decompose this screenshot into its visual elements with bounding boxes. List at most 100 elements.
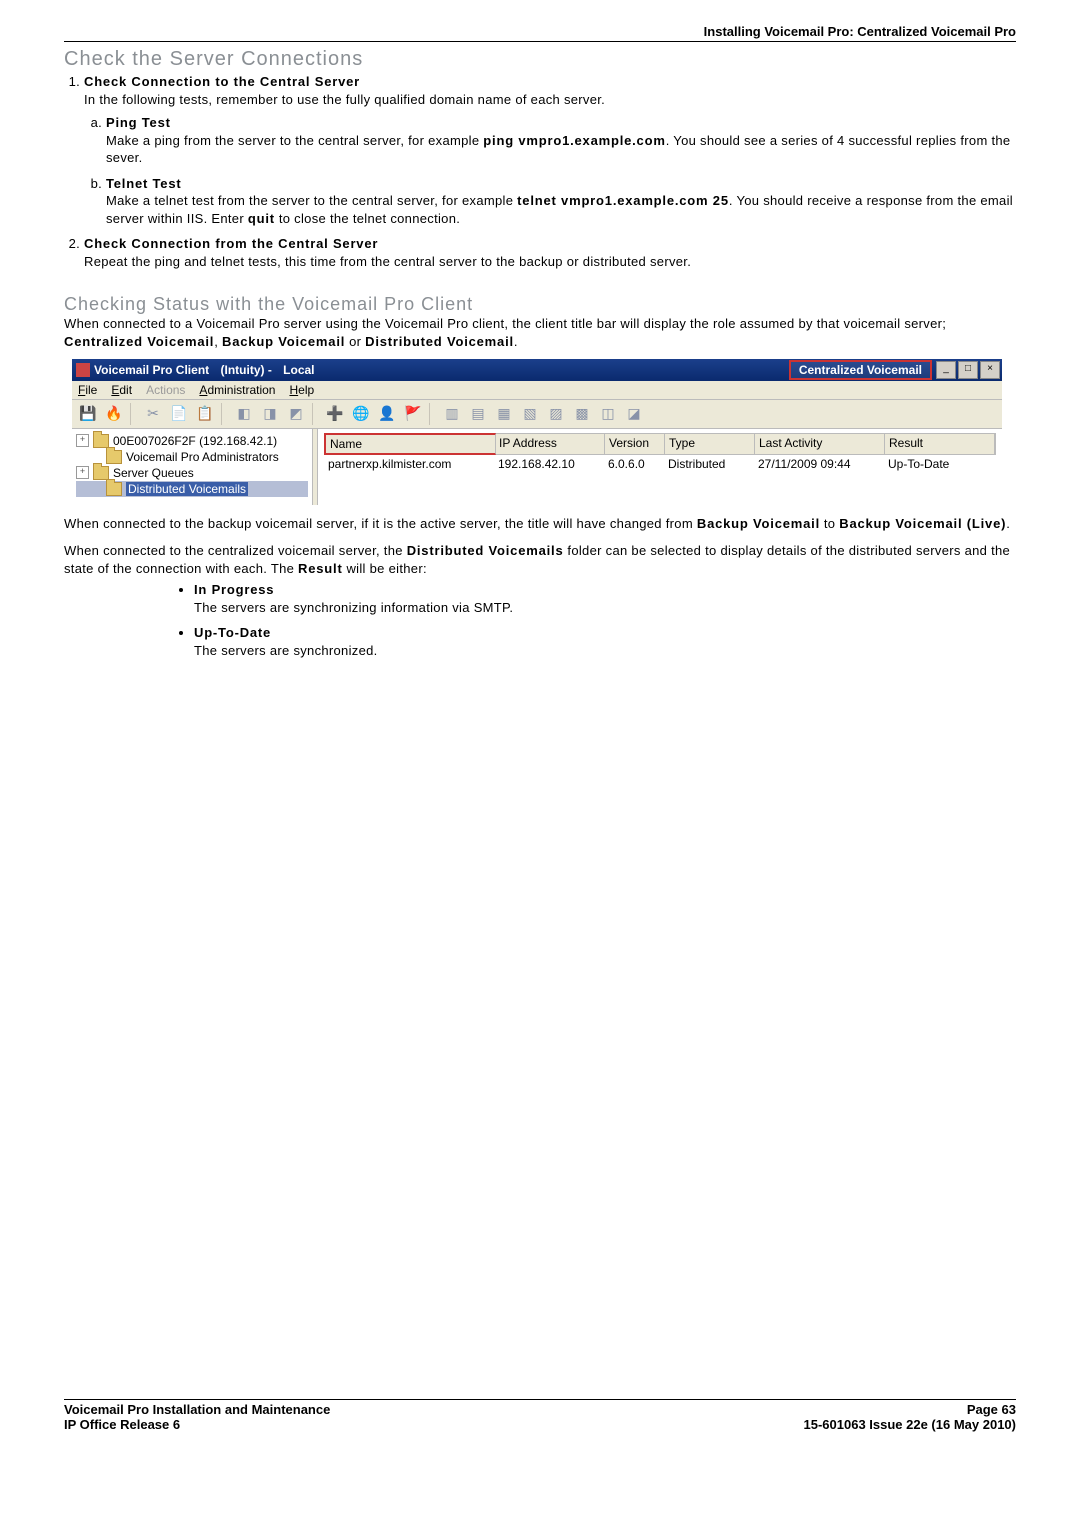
- footer-r2: 15-601063 Issue 22e (16 May 2010): [804, 1417, 1017, 1432]
- tree-label-server: 00E007026F2F (192.168.42.1): [113, 434, 277, 448]
- section2-p1: When connected to a Voicemail Pro server…: [64, 315, 1016, 350]
- menu-actions: Actions: [146, 383, 185, 397]
- p2c: to: [820, 516, 839, 531]
- col-ip[interactable]: IP Address: [495, 434, 605, 454]
- p3d: Result: [298, 561, 343, 576]
- app-icon: [76, 363, 90, 377]
- footer-l2: IP Office Release 6: [64, 1417, 180, 1432]
- p1d: Backup Voicemail: [222, 334, 345, 349]
- step1b-cmd: telnet vmpro1.example.com 25: [517, 193, 729, 208]
- step1b-heading: Telnet Test: [106, 176, 182, 191]
- tool-f-icon[interactable]: ▦: [492, 402, 516, 426]
- footer-l1: Voicemail Pro Installation and Maintenan…: [64, 1402, 330, 1417]
- col-ver[interactable]: Version: [605, 434, 665, 454]
- p2e: .: [1006, 516, 1010, 531]
- expand-icon[interactable]: +: [76, 434, 89, 447]
- copy-icon[interactable]: 📄: [167, 402, 191, 426]
- tool-d-icon[interactable]: ▥: [440, 402, 464, 426]
- step1a-heading: Ping Test: [106, 115, 171, 130]
- list-header: Name IP Address Version Type Last Activi…: [324, 433, 996, 455]
- tree-label-distributed: Distributed Voicemails: [126, 482, 248, 496]
- tool-c-icon[interactable]: ◩: [284, 402, 308, 426]
- menu-admin[interactable]: Administration: [199, 383, 275, 397]
- bullet-in-progress: In Progress The servers are synchronizin…: [194, 581, 1016, 616]
- expand-icon[interactable]: +: [76, 466, 89, 479]
- save-icon[interactable]: 💾: [76, 402, 100, 426]
- paste-icon[interactable]: 📋: [193, 402, 217, 426]
- flag-icon[interactable]: 🚩: [401, 402, 425, 426]
- close-button[interactable]: ×: [980, 361, 1000, 379]
- section1-title: Check the Server Connections: [64, 48, 1016, 71]
- section1-list: Check Connection to the Central Server I…: [84, 73, 1016, 270]
- step1b-t3: to close the telnet connection.: [275, 211, 460, 226]
- min-button[interactable]: _: [936, 361, 956, 379]
- step2-intro: Repeat the ping and telnet tests, this t…: [84, 254, 691, 269]
- tool-i-icon[interactable]: ▩: [570, 402, 594, 426]
- user-icon[interactable]: 👤: [375, 402, 399, 426]
- step2-heading: Check Connection from the Central Server: [84, 236, 378, 251]
- titlebar: Voicemail Pro Client (Intuity) - Local C…: [72, 359, 1002, 381]
- list-pane: Name IP Address Version Type Last Activi…: [318, 429, 1002, 505]
- bullet-up-to-date: Up-To-Date The servers are synchronized.: [194, 624, 1016, 659]
- cell-res: Up-To-Date: [884, 455, 994, 473]
- folder-icon: [93, 466, 109, 480]
- p2d: Backup Voicemail (Live): [839, 516, 1006, 531]
- p2b: Backup Voicemail: [697, 516, 820, 531]
- tool-b-icon[interactable]: ◨: [258, 402, 282, 426]
- title-role: Centralized Voicemail: [799, 363, 922, 377]
- step1a-t1: Make a ping from the server to the centr…: [106, 133, 483, 148]
- header-breadcrumb: Installing Voicemail Pro: Centralized Vo…: [64, 24, 1016, 41]
- tree-pane: + 00E007026F2F (192.168.42.1) Voicemail …: [72, 429, 312, 505]
- b1h: In Progress: [194, 582, 274, 597]
- menubar: File Edit Actions Administration Help: [72, 381, 1002, 400]
- col-res[interactable]: Result: [885, 434, 995, 454]
- add-icon[interactable]: ➕: [323, 402, 347, 426]
- b1t: The servers are synchronizing informatio…: [194, 600, 513, 615]
- p3e: will be either:: [343, 561, 427, 576]
- cell-name: partnerxp.kilmister.com: [324, 455, 494, 473]
- tool-a-icon[interactable]: ◧: [232, 402, 256, 426]
- col-type[interactable]: Type: [665, 434, 755, 454]
- title-c: Local: [283, 363, 314, 377]
- p1b: Centralized Voicemail: [64, 334, 214, 349]
- step1b-cmd2: quit: [248, 211, 275, 226]
- result-bullets: In Progress The servers are synchronizin…: [194, 581, 1016, 659]
- b2h: Up-To-Date: [194, 625, 271, 640]
- folder-icon: [93, 434, 109, 448]
- p1e: or: [345, 334, 365, 349]
- step1b-t1: Make a telnet test from the server to th…: [106, 193, 517, 208]
- world-icon[interactable]: 🌐: [349, 402, 373, 426]
- col-last[interactable]: Last Activity: [755, 434, 885, 454]
- tree-node-distributed[interactable]: Distributed Voicemails: [76, 481, 308, 497]
- tool-e-icon[interactable]: ▤: [466, 402, 490, 426]
- menu-file[interactable]: File: [78, 383, 97, 397]
- folder-icon: [106, 450, 122, 464]
- p2a: When connected to the backup voicemail s…: [64, 516, 697, 531]
- list-row[interactable]: partnerxp.kilmister.com 192.168.42.10 6.…: [324, 455, 996, 473]
- tool-g-icon[interactable]: ▧: [518, 402, 542, 426]
- title-role-box: Centralized Voicemail: [789, 360, 932, 380]
- section2-p2: When connected to the backup voicemail s…: [64, 515, 1016, 533]
- p1c: ,: [214, 334, 222, 349]
- title-b: (Intuity) -: [221, 363, 272, 377]
- tree-label-queues: Server Queues: [113, 466, 194, 480]
- live-icon[interactable]: 🔥: [102, 402, 126, 426]
- menu-help[interactable]: Help: [289, 383, 314, 397]
- step1-heading: Check Connection to the Central Server: [84, 74, 360, 89]
- tool-k-icon[interactable]: ◪: [622, 402, 646, 426]
- tree-node-admins[interactable]: Voicemail Pro Administrators: [76, 449, 308, 465]
- tree-label-admins: Voicemail Pro Administrators: [126, 450, 279, 464]
- b2t: The servers are synchronized.: [194, 643, 378, 658]
- tool-j-icon[interactable]: ◫: [596, 402, 620, 426]
- p1g: .: [514, 334, 518, 349]
- col-name[interactable]: Name: [324, 433, 496, 455]
- cell-ip: 192.168.42.10: [494, 455, 604, 473]
- cut-icon[interactable]: ✂: [141, 402, 165, 426]
- title-a: Voicemail Pro Client: [94, 363, 209, 377]
- tool-h-icon[interactable]: ▨: [544, 402, 568, 426]
- p3a: When connected to the centralized voicem…: [64, 543, 407, 558]
- max-button[interactable]: □: [958, 361, 978, 379]
- menu-edit[interactable]: Edit: [111, 383, 132, 397]
- p1a: When connected to a Voicemail Pro server…: [64, 316, 946, 331]
- p1f: Distributed Voicemail: [365, 334, 514, 349]
